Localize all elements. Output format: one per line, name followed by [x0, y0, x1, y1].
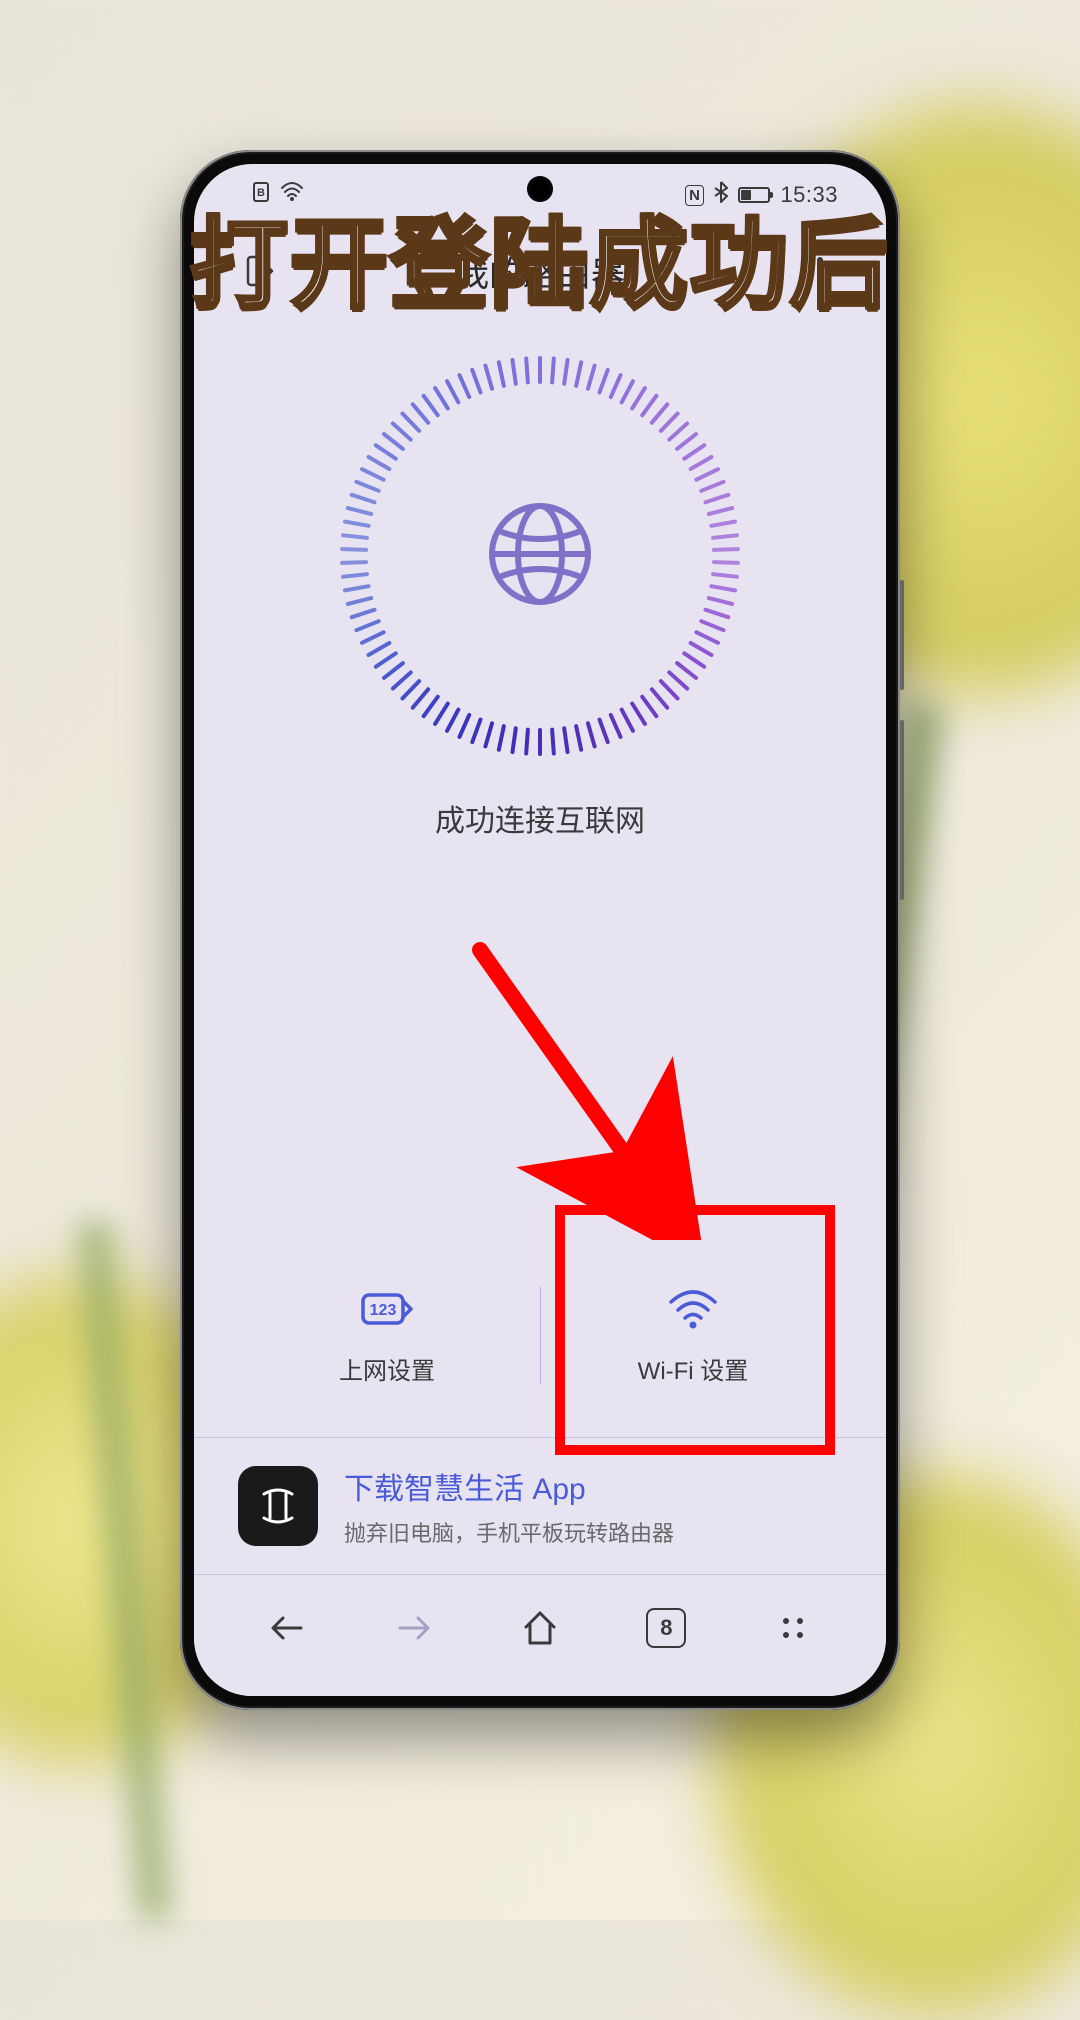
internet-settings-button[interactable]: 123 上网设置 — [234, 1265, 540, 1406]
browser-forward-button[interactable] — [350, 1598, 476, 1658]
wifi-icon — [667, 1285, 719, 1333]
wifi-settings-button[interactable]: Wi-Fi 设置 — [540, 1265, 846, 1406]
quick-actions: 123 上网设置 Wi-Fi 设置 — [194, 1265, 886, 1406]
promo-banner[interactable]: 下载智慧生活 App 抛弃旧电脑，手机平板玩转路由器 — [194, 1437, 886, 1574]
phone-screen: B N 15:33 我的路由器 — [194, 164, 886, 1696]
promo-subtitle: 抛弃旧电脑，手机平板玩转路由器 — [344, 1516, 674, 1548]
phone-volume-button — [900, 720, 904, 900]
browser-menu-button[interactable] — [730, 1598, 856, 1658]
phone-frame: B N 15:33 我的路由器 — [180, 150, 900, 1710]
internet-settings-label: 上网设置 — [339, 1351, 435, 1386]
browser-nav: 8 — [194, 1574, 886, 1696]
promo-title: 下载智慧生活 App — [344, 1464, 674, 1508]
phone-power-button — [900, 580, 904, 690]
connection-status-text: 成功连接互联网 — [435, 796, 645, 840]
svg-text:123: 123 — [370, 1302, 397, 1319]
internet-settings-icon: 123 — [359, 1285, 415, 1333]
speed-gauge — [340, 356, 740, 756]
browser-back-button[interactable] — [224, 1598, 350, 1658]
wifi-settings-label: Wi-Fi 设置 — [638, 1351, 749, 1386]
connection-status-area: 成功连接互联网 — [194, 316, 886, 840]
app-icon — [238, 1466, 318, 1546]
browser-tabs-button[interactable]: 8 — [603, 1598, 729, 1658]
video-caption: 打开登陆成功后 — [190, 185, 890, 327]
tab-count: 8 — [660, 1615, 672, 1641]
browser-home-button[interactable] — [477, 1598, 603, 1658]
